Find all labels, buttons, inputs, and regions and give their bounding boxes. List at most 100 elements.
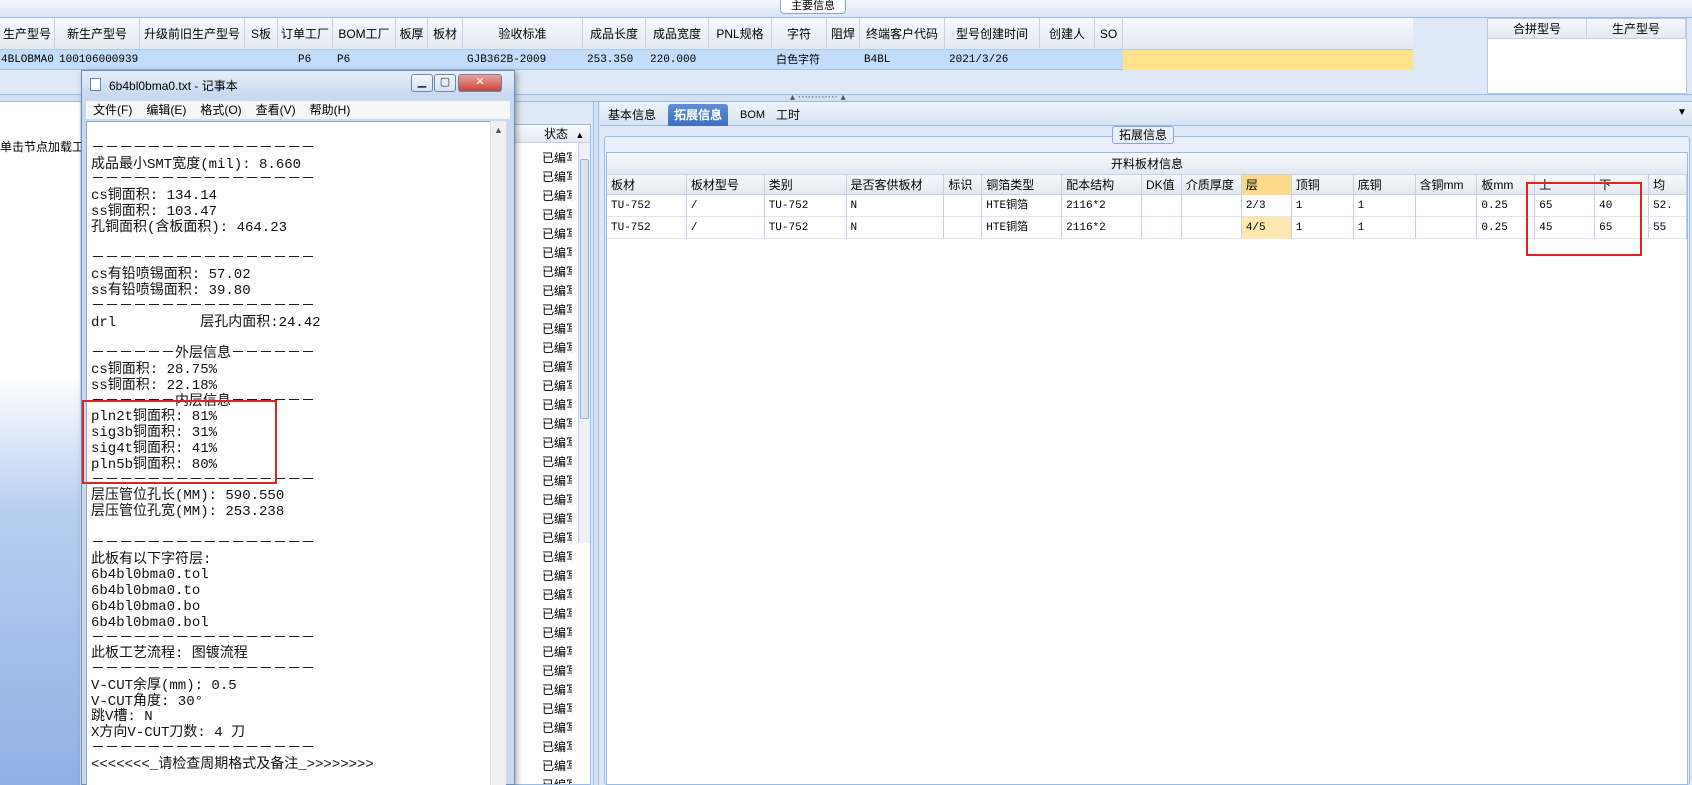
status-item[interactable]: 已编写 <box>542 358 572 377</box>
cell-prepreg-structure[interactable]: 2116*2 <box>1062 217 1142 239</box>
status-item[interactable]: 已编写 <box>542 605 572 624</box>
table-row[interactable]: TU-752/TU-752 N HTE铜箔 2116*2 4/5 1 1 0.25 45 65 55 <box>607 217 1688 239</box>
cell-order-factory[interactable]: P6 <box>278 50 333 70</box>
minimize-icon[interactable]: ▁ <box>411 74 433 92</box>
col-header-merged-model[interactable]: 合拼型号 <box>1488 19 1587 38</box>
col-header-prepreg-structure[interactable]: 配本结构 <box>1062 175 1142 195</box>
chevron-down-icon[interactable]: ▼ <box>1677 107 1687 118</box>
status-item[interactable]: 已编写 <box>542 225 572 244</box>
cell-prepreg-structure[interactable]: 2116*2 <box>1062 195 1142 217</box>
col-header-new-production-model[interactable]: 新生产型号 <box>55 18 140 50</box>
status-item[interactable]: 已编写 <box>542 472 572 491</box>
status-item[interactable]: 已编写 <box>542 339 572 358</box>
status-scrollbar[interactable] <box>578 143 590 543</box>
col-header-product-width[interactable]: 成品宽度 <box>646 18 709 50</box>
col-header-bom-factory[interactable]: BOM工厂 <box>333 18 396 50</box>
status-item[interactable]: 已编写 <box>542 719 572 738</box>
notepad-titlebar[interactable]: 6b4bl0bma0.txt - 记事本 ▁ ▢ ✕ <box>82 71 514 97</box>
col-header-end-customer-code[interactable]: 终端客户代码 <box>860 18 945 50</box>
col-header-production-model[interactable]: 生产型号 <box>0 18 55 50</box>
status-item[interactable]: 已编写 <box>542 168 572 187</box>
col-header-board-thickness[interactable]: 板厚 <box>396 18 428 50</box>
status-item[interactable]: 已编写 <box>542 586 572 605</box>
cell-dk-value[interactable] <box>1142 217 1182 239</box>
cell-dielectric-thickness[interactable] <box>1182 195 1242 217</box>
status-item[interactable]: 已编写 <box>542 206 572 225</box>
cell-highlight[interactable] <box>1123 50 1413 70</box>
tab-work-hours[interactable]: 工时 <box>770 104 806 126</box>
status-item[interactable]: 已编写 <box>542 377 572 396</box>
menu-edit[interactable]: 编辑(E) <box>139 101 193 119</box>
col-header-so[interactable]: SO <box>1095 18 1123 50</box>
cell-category[interactable]: TU-752 <box>765 217 847 239</box>
left-tree-panel[interactable] <box>0 102 80 785</box>
cell-new-production-model[interactable]: 10010600093902 <box>55 50 140 70</box>
cell-copper-foil-type[interactable]: HTE铜箔 <box>982 195 1063 217</box>
col-header-customer-supplied[interactable]: 是否客供板材 <box>847 175 945 195</box>
status-item[interactable]: 已编写 <box>542 529 572 548</box>
col-header-avg[interactable]: 均 <box>1649 175 1688 195</box>
cell-customer-supplied[interactable]: N <box>847 217 945 239</box>
close-icon[interactable]: ✕ <box>458 74 502 92</box>
cell-copper-mm[interactable] <box>1416 217 1478 239</box>
status-item[interactable]: 已编写 <box>542 244 572 263</box>
cell-old-production-model[interactable] <box>140 50 245 70</box>
status-item[interactable]: 已编写 <box>542 415 572 434</box>
cell-bottom-copper[interactable]: 1 <box>1354 195 1416 217</box>
col-header-solder-mask[interactable]: 阻焊 <box>827 18 860 50</box>
status-item[interactable]: 已编写 <box>542 301 572 320</box>
cell-s-board[interactable] <box>245 50 278 70</box>
col-header-category[interactable]: 类别 <box>765 175 847 195</box>
cell-dk-value[interactable] <box>1142 195 1182 217</box>
cell-board-material[interactable] <box>428 50 463 70</box>
table-row[interactable]: TU-752/TU-752 N HTE铜箔 2116*2 2/3 1 1 0.25 65 40 52… <box>607 195 1688 217</box>
maximize-icon[interactable]: ▢ <box>434 74 456 92</box>
status-item[interactable]: 已编写 <box>542 149 572 168</box>
cell-pnl-spec[interactable] <box>709 50 772 70</box>
status-item[interactable]: 已编写 <box>542 567 572 586</box>
status-item[interactable]: 已编写 <box>542 662 572 681</box>
col-header-dk-value[interactable]: DK值 <box>1142 175 1182 195</box>
cell-solder-mask[interactable] <box>827 50 860 70</box>
cell-mark[interactable] <box>944 195 983 217</box>
col-header-bottom-copper[interactable]: 底铜 <box>1354 175 1416 195</box>
col-header-acceptance-standard[interactable]: 验收标准 <box>463 18 583 50</box>
notepad-scrollbar[interactable]: ▲ <box>490 121 506 785</box>
vertical-splitter[interactable] <box>593 102 599 785</box>
status-item[interactable]: 已编写 <box>542 700 572 719</box>
status-item[interactable]: 已编写 <box>542 263 572 282</box>
status-item[interactable]: 已编写 <box>542 681 572 700</box>
col-header-mark[interactable]: 标识 <box>944 175 983 195</box>
col-header-merge-production-model[interactable]: 生产型号 <box>1587 19 1686 38</box>
cell-avg[interactable]: 52. <box>1649 195 1688 217</box>
cell-category[interactable]: TU-752 <box>765 195 847 217</box>
cell-mark[interactable] <box>944 217 983 239</box>
status-item[interactable]: 已编写 <box>542 434 572 453</box>
status-scroll-thumb[interactable] <box>580 159 589 419</box>
status-item[interactable]: 已编写 <box>542 187 572 206</box>
tab-bom[interactable]: BOM <box>734 104 771 126</box>
status-item[interactable]: 已编写 <box>542 396 572 415</box>
col-header-product-length[interactable]: 成品长度 <box>583 18 646 50</box>
splitter-grip-icon[interactable]: ▴ ⋯⋯⋯⋯ ▴ <box>790 93 846 103</box>
cell-avg[interactable]: 55 <box>1649 217 1688 239</box>
status-item[interactable]: 已编写 <box>542 738 572 757</box>
cell-board-thickness[interactable] <box>396 50 428 70</box>
cell-bottom-copper[interactable]: 1 <box>1354 217 1416 239</box>
cell-model-created-time[interactable]: 2021/3/26 <box>945 50 1040 70</box>
cell-customer-supplied[interactable]: N <box>847 195 945 217</box>
cell-acceptance-standard[interactable]: GJB362B-2009 <box>463 50 583 70</box>
col-header-character[interactable]: 字符 <box>772 18 827 50</box>
col-header-s-board[interactable]: S板 <box>245 18 278 50</box>
main-info-tab[interactable]: 主要信息 <box>780 0 846 14</box>
cell-end-customer-code[interactable]: B4BL <box>860 50 945 70</box>
col-header-dielectric-thickness[interactable]: 介质厚度 <box>1182 175 1242 195</box>
cell-board-material-model[interactable]: / <box>687 195 765 217</box>
cell-top-copper[interactable]: 1 <box>1292 217 1354 239</box>
status-item[interactable]: 已编写 <box>542 643 572 662</box>
col-header-board-material[interactable]: 板材 <box>607 175 687 195</box>
table-row[interactable]: 4BLOBMA0 10010600093902 P6 P6 GJB362B-20… <box>0 50 1413 70</box>
status-item[interactable]: 已编写 <box>542 491 572 510</box>
cell-board-material-model[interactable]: / <box>687 217 765 239</box>
col-header-model-created-time[interactable]: 型号创建时间 <box>945 18 1040 50</box>
